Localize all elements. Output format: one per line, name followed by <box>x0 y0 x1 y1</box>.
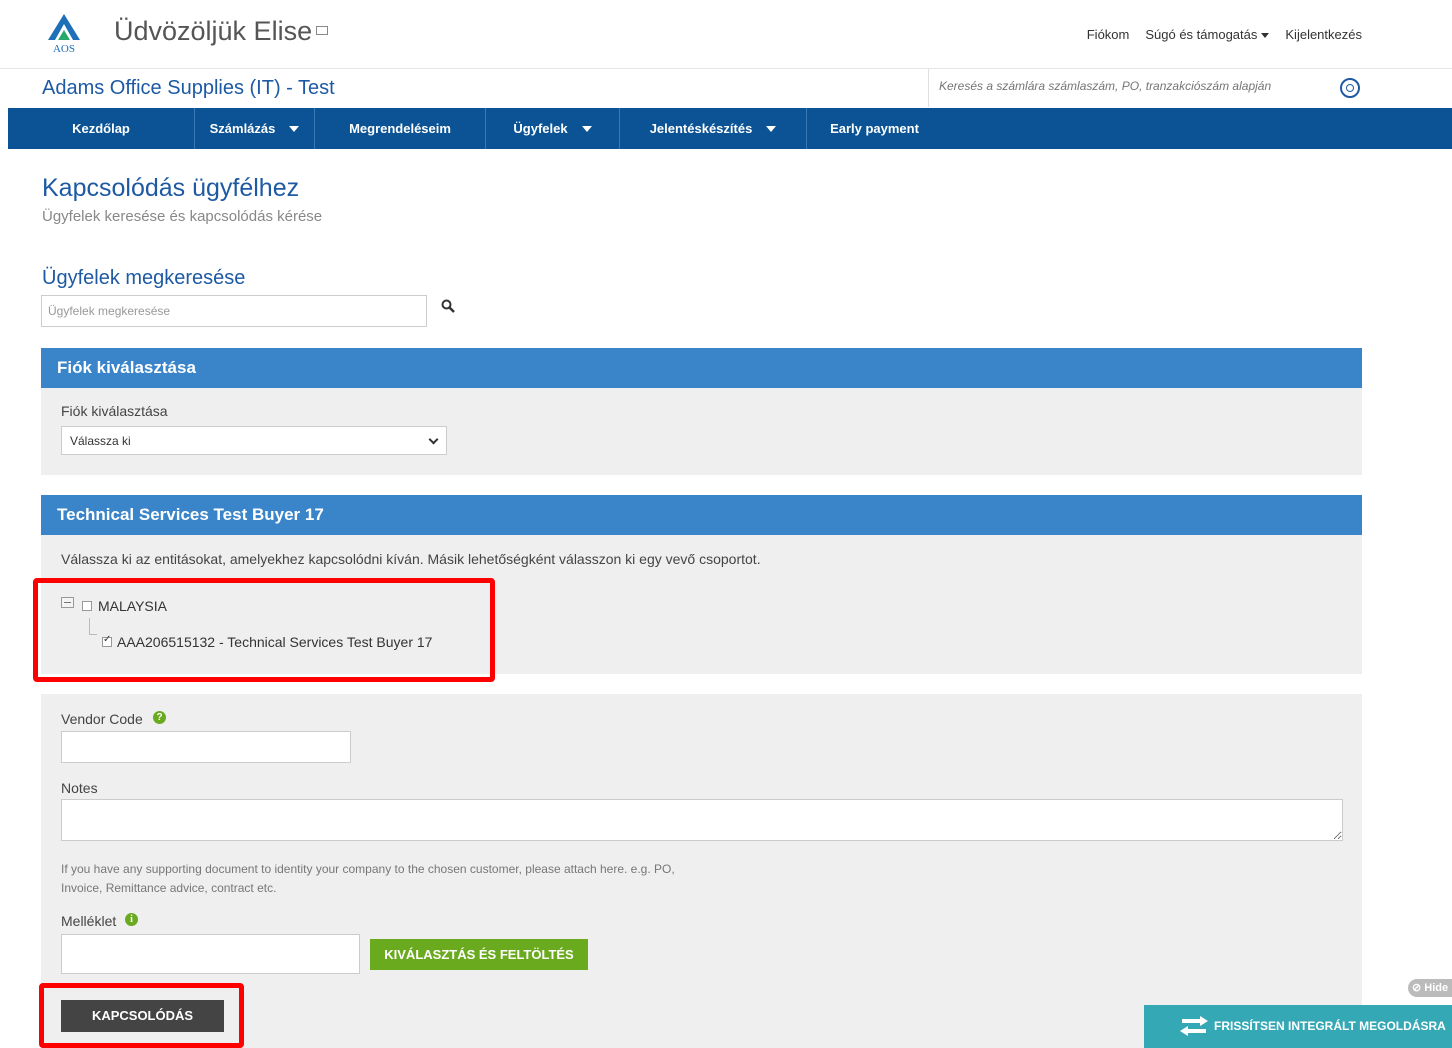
nav-item-my-orders[interactable]: Megrendeléseim <box>315 108 486 149</box>
aos-logo: AOS <box>48 14 80 54</box>
global-search-input[interactable] <box>939 79 1319 93</box>
page-title: Kapcsolódás ügyfélhez <box>42 174 300 202</box>
nav-item-home[interactable]: Kezdőlap <box>8 108 195 149</box>
nav-item-invoicing[interactable]: Számlázás <box>195 108 315 149</box>
customer-search-heading: Ügyfelek megkeresése <box>42 267 246 289</box>
vendor-code-label: Vendor Code <box>61 711 143 727</box>
chevron-down-icon <box>428 434 439 445</box>
entity-instruction: Válassza ki az entitásokat, amelyekhez k… <box>61 551 761 567</box>
caret-down-icon <box>766 125 777 132</box>
hint-line: Invoice, Remittance advice, contract etc… <box>61 881 277 895</box>
swap-arrows-icon <box>1180 1016 1208 1036</box>
account-select-label: Fiók kiválasztása <box>61 403 168 419</box>
top-links: Fiókom Súgó és támogatás Kijelentkezés <box>1087 27 1362 42</box>
notes-label: Notes <box>61 780 98 796</box>
search-icon[interactable] <box>1340 78 1360 98</box>
hint-line: If you have any supporting document to i… <box>61 862 675 876</box>
notes-textarea[interactable] <box>61 799 1343 841</box>
account-select-value: Válassza ki <box>70 434 131 448</box>
nav-item-customers[interactable]: Ügyfelek <box>486 108 620 149</box>
account-select[interactable]: Válassza ki <box>61 426 447 455</box>
attachment-label: Melléklet <box>61 913 117 929</box>
nav-item-early-payment[interactable]: Early payment <box>807 108 942 149</box>
eye-slash-icon: ⊘ <box>1412 982 1422 994</box>
hide-widget-button[interactable]: ⊘ Hide <box>1408 979 1452 997</box>
logout-link[interactable]: Kijelentkezés <box>1285 27 1362 42</box>
attachment-file-field[interactable] <box>61 934 360 974</box>
caret-down-icon <box>581 125 592 132</box>
hide-label: Hide <box>1424 982 1449 994</box>
select-upload-button[interactable]: KIVÁLASZTÁS ÉS FELTÖLTÉS <box>370 939 588 970</box>
entity-highlight-box <box>33 578 495 682</box>
caret-down-icon <box>289 125 300 132</box>
account-panel-header: Fiók kiválasztása <box>41 348 1362 388</box>
info-icon[interactable]: i <box>125 913 138 926</box>
help-icon[interactable]: ? <box>153 711 166 724</box>
help-support-menu[interactable]: Súgó és támogatás <box>1145 27 1270 42</box>
global-search <box>928 69 1374 107</box>
main-nav: Kezdőlap Számlázás Megrendeléseim Ügyfel… <box>8 108 1452 149</box>
help-support-label: Súgó és támogatás <box>1145 27 1258 42</box>
vendor-code-input[interactable] <box>61 731 351 763</box>
entity-panel-header: Technical Services Test Buyer 17 <box>41 495 1362 535</box>
customer-search-input[interactable] <box>41 295 427 327</box>
search-icon[interactable] <box>441 299 455 313</box>
my-account-link[interactable]: Fiókom <box>1087 27 1130 42</box>
nav-item-label: Early payment <box>830 121 919 136</box>
nav-item-label: Ügyfelek <box>513 121 568 136</box>
page-subtitle: Ügyfelek keresése és kapcsolódás kérése <box>42 208 323 225</box>
nav-item-label: Kezdőlap <box>72 121 130 136</box>
company-name: Adams Office Supplies (IT) - Test <box>42 77 335 99</box>
nav-item-label: Számlázás <box>209 121 276 136</box>
nav-item-label: Megrendeléseim <box>349 121 451 136</box>
supporting-document-hint: If you have any supporting document to i… <box>61 860 781 898</box>
welcome-heading: Üdvözöljük Elise <box>114 16 329 47</box>
caret-down-icon <box>1261 33 1270 39</box>
welcome-text: Üdvözöljük Elise <box>114 16 313 46</box>
logo-text: AOS <box>53 43 75 54</box>
connect-highlight-box <box>39 983 244 1048</box>
nav-item-label: Jelentéskészítés <box>649 121 753 136</box>
nav-item-reporting[interactable]: Jelentéskészítés <box>620 108 807 149</box>
mail-icon[interactable] <box>316 26 329 36</box>
